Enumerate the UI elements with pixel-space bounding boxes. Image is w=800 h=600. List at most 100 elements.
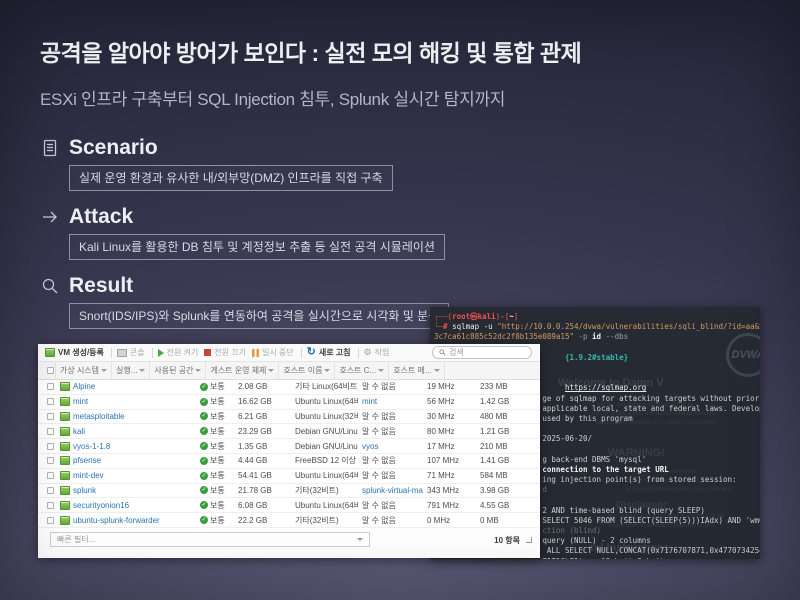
host-cpu-cell: 343 MHz (423, 486, 476, 495)
vm-name-cell[interactable]: mint (56, 397, 196, 406)
vm-name-link[interactable]: mint-dev (73, 471, 104, 480)
row-checkbox[interactable] (47, 383, 54, 390)
row-checkbox[interactable] (47, 472, 54, 479)
guest-os-cell: Ubuntu Linux(64비... (291, 500, 358, 511)
vm-icon (60, 442, 70, 451)
vm-name-cell[interactable]: mint-dev (56, 471, 196, 480)
status-ok-icon: ✓ (200, 472, 208, 480)
table-row[interactable]: splunk ✓ 보통 21.78 GB 기타(32비트) splunk-vir… (38, 484, 540, 499)
used-space-cell: 23.29 GB (234, 427, 291, 436)
row-checkbox[interactable] (47, 398, 54, 405)
column-header[interactable]: 가상 시스템 (56, 362, 112, 379)
vm-status-cell: ✓ 보통 (196, 426, 234, 437)
table-row[interactable]: mint ✓ 보통 16.62 GB Ubuntu Linux(64비... m… (38, 395, 540, 410)
vm-create-button[interactable]: VM 생성/등록 (45, 347, 104, 358)
vm-name-link[interactable]: kali (73, 427, 85, 436)
row-select-cell[interactable] (38, 457, 56, 464)
vm-name-cell[interactable]: Alpine (56, 382, 196, 391)
console-icon (117, 349, 127, 357)
host-memory-cell: 210 MB (476, 442, 530, 451)
vm-status-cell: ✓ 보통 (196, 441, 234, 452)
table-row[interactable]: ubuntu-splunk-forwarder ✓ 보통 22.2 GB 기타(… (38, 513, 540, 528)
vm-name-cell[interactable]: splunk (56, 486, 196, 495)
select-all-cell[interactable] (38, 362, 56, 379)
vm-name-cell[interactable]: securityonion16 (56, 501, 196, 510)
host-cpu-cell: 19 MHz (423, 382, 476, 391)
vm-name-link[interactable]: pfsense (73, 456, 101, 465)
row-select-cell[interactable] (38, 502, 56, 509)
column-header[interactable]: 게스트 운영 체제 (206, 362, 279, 379)
row-select-cell[interactable] (38, 517, 56, 524)
status-label: 보통 (210, 485, 225, 496)
row-select-cell[interactable] (38, 398, 56, 405)
chevron-down-icon (101, 369, 107, 372)
column-header[interactable]: 호스트 메... (389, 362, 444, 379)
refresh-button[interactable]: ↻ 새로 고침 (307, 347, 351, 358)
refresh-label: 새로 고침 (319, 347, 351, 358)
row-checkbox[interactable] (47, 487, 54, 494)
vm-name-link[interactable]: Alpine (73, 382, 95, 391)
section-description: Kali Linux를 활용한 DB 침투 및 계정정보 추출 등 실전 공격 … (69, 234, 445, 260)
table-row[interactable]: metasploitable ✓ 보통 6.21 GB Ubuntu Linux… (38, 410, 540, 425)
table-row[interactable]: Alpine ✓ 보통 2.08 GB 기타 Linux(64비트) 알 수 없… (38, 380, 540, 395)
table-row[interactable]: kali ✓ 보통 23.29 GB Debian GNU/Linux... 알… (38, 424, 540, 439)
table-row[interactable]: vyos-1-1.8 ✓ 보통 1.35 GB Debian GNU/Linux… (38, 439, 540, 454)
guest-os-cell: Debian GNU/Linux... (291, 442, 358, 451)
column-header[interactable]: 실행... (112, 362, 150, 379)
status-ok-icon: ✓ (200, 516, 208, 524)
vm-name-link[interactable]: metasploitable (73, 412, 125, 421)
search-icon (439, 349, 446, 356)
host-name-cell: 알 수 없음 (358, 470, 423, 481)
vm-table-footer: 빠른 필터... 10 항목 (38, 528, 540, 558)
vm-name-link[interactable]: splunk (73, 486, 96, 495)
row-checkbox[interactable] (47, 457, 54, 464)
select-all-checkbox[interactable] (47, 367, 54, 374)
power-off-button[interactable]: 전원 끄기 (204, 347, 246, 358)
host-name-cell: 알 수 없음 (358, 426, 423, 437)
host-name-cell: 알 수 없음 (358, 500, 423, 511)
row-select-cell[interactable] (38, 428, 56, 435)
console-button[interactable]: 콘솔 (117, 347, 145, 358)
guest-os-cell: FreeBSD 12 이상 ... (291, 455, 358, 466)
vm-search-box[interactable]: 검색 (432, 346, 532, 359)
row-select-cell[interactable] (38, 472, 56, 479)
resize-corner-icon[interactable] (526, 537, 532, 543)
suspend-button[interactable]: 일시 중단 (252, 347, 294, 358)
quick-filter-dropdown[interactable]: 빠른 필터... (50, 532, 370, 547)
row-checkbox[interactable] (47, 413, 54, 420)
table-row[interactable]: mint-dev ✓ 보통 54.41 GB Ubuntu Linux(64비.… (38, 469, 540, 484)
column-header[interactable]: 사용된 공간 (150, 362, 206, 379)
host-name-cell: vyos (358, 442, 423, 451)
table-row[interactable]: pfsense ✓ 보통 4.44 GB FreeBSD 12 이상 ... 알… (38, 454, 540, 469)
table-row[interactable]: securityonion16 ✓ 보통 6.08 GB Ubuntu Linu… (38, 498, 540, 513)
row-checkbox[interactable] (47, 517, 54, 524)
vm-table-rows: Alpine ✓ 보통 2.08 GB 기타 Linux(64비트) 알 수 없… (38, 380, 540, 528)
row-select-cell[interactable] (38, 383, 56, 390)
row-checkbox[interactable] (47, 502, 54, 509)
row-select-cell[interactable] (38, 487, 56, 494)
guest-os-cell: Ubuntu Linux(64비... (291, 396, 358, 407)
vm-name-cell[interactable]: ubuntu-splunk-forwarder (56, 516, 196, 525)
vm-name-link[interactable]: securityonion16 (73, 501, 129, 510)
column-header[interactable]: 호스트 C... (335, 362, 389, 379)
section-heading: Scenario (69, 136, 158, 160)
actions-button[interactable]: ⚙ 작업 (364, 347, 390, 358)
vm-name-cell[interactable]: kali (56, 427, 196, 436)
row-select-cell[interactable] (38, 413, 56, 420)
status-ok-icon: ✓ (200, 486, 208, 494)
row-checkbox[interactable] (47, 443, 54, 450)
row-select-cell[interactable] (38, 443, 56, 450)
vm-name-link[interactable]: ubuntu-splunk-forwarder (73, 516, 160, 525)
vm-name-cell[interactable]: vyos-1-1.8 (56, 442, 196, 451)
vm-name-cell[interactable]: pfsense (56, 456, 196, 465)
vm-status-cell: ✓ 보통 (196, 485, 234, 496)
column-header[interactable]: 호스트 이름 (279, 362, 335, 379)
row-checkbox[interactable] (47, 428, 54, 435)
vm-name-cell[interactable]: metasploitable (56, 412, 196, 421)
vm-name-link[interactable]: mint (73, 397, 88, 406)
chevron-down-icon (434, 369, 440, 372)
vm-table-header: 가상 시스템 실행... 사용된 공간 게스트 운영 체제 호스트 이름 (38, 362, 540, 380)
vm-name-link[interactable]: vyos-1-1.8 (73, 442, 110, 451)
power-on-button[interactable]: 전원 켜기 (158, 347, 199, 358)
host-memory-cell: 3.98 GB (476, 486, 530, 495)
